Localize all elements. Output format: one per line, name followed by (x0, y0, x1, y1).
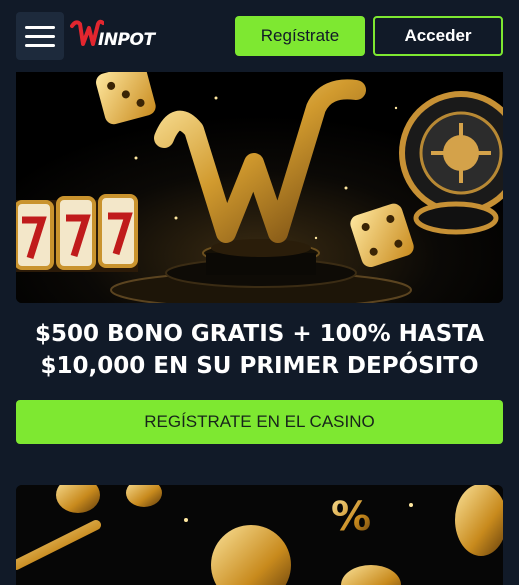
register-casino-button[interactable]: REGÍSTRATE EN EL CASINO (16, 400, 503, 444)
casino-banner-art (16, 68, 503, 303)
headline-line-2: $10,000 EN SU PRIMER DEPÓSITO (40, 353, 479, 379)
login-button[interactable]: Acceder (373, 16, 503, 56)
top-bar: INPOT Regístrate Acceder (0, 0, 519, 72)
logo-text: INPOT (98, 30, 155, 50)
winpot-logo[interactable]: INPOT (70, 18, 160, 56)
register-button[interactable]: Regístrate (235, 16, 365, 56)
sports-banner-art: % (16, 485, 503, 585)
sports-banner-image[interactable]: % (16, 485, 503, 585)
headline-line-1: $500 BONO GRATIS + 100% HASTA (35, 321, 484, 347)
svg-text:%: % (331, 494, 371, 540)
casino-banner-image[interactable] (16, 68, 503, 303)
hamburger-icon (25, 26, 55, 29)
promo-headline: $500 BONO GRATIS + 100% HASTA $10,000 EN… (16, 318, 503, 382)
menu-button[interactable] (16, 12, 64, 60)
